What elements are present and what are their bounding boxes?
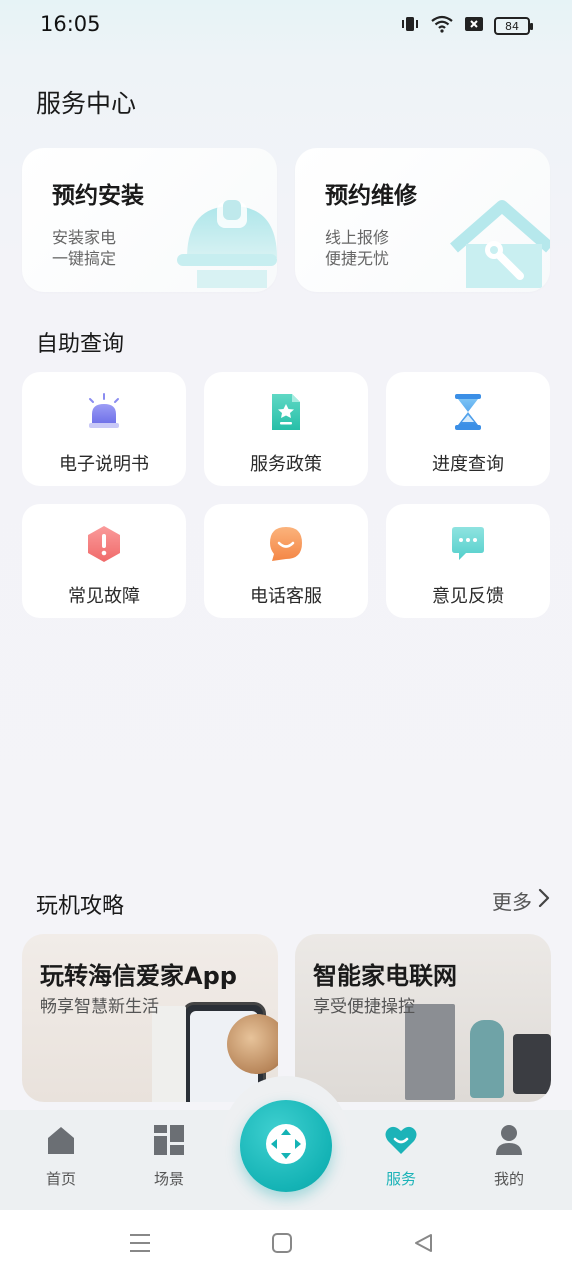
tab-service[interactable]: 服务 [361, 1124, 441, 1194]
guides-title: 玩机攻略 [36, 894, 125, 919]
square-icon [271, 1232, 293, 1258]
progress-label: 进度查询 [432, 454, 504, 475]
status-icons: 84 [400, 14, 533, 38]
repair-card-line2: 便捷无忧 [325, 249, 390, 268]
fridge-illustration [152, 1006, 186, 1102]
policy-card[interactable]: 服务政策 [204, 372, 368, 486]
tab-scene-label: 场景 [153, 1170, 184, 1188]
guide-card-connect-title: 智能家电联网 [313, 962, 457, 990]
food-illustration [227, 1014, 278, 1074]
guide-card-app[interactable]: 玩转海信爱家App 畅享智慧新生活 [22, 934, 278, 1102]
hourglass-icon [448, 392, 488, 432]
progress-card[interactable]: 进度查询 [386, 372, 550, 486]
tab-mine[interactable]: 我的 [469, 1124, 549, 1194]
washer-illustration [513, 1034, 551, 1094]
install-card-title: 预约安装 [52, 183, 144, 209]
alarm-light-icon [84, 392, 124, 432]
guide-card-app-subtitle: 畅享智慧新生活 [40, 997, 159, 1017]
guide-card-app-title: 玩转海信爱家App [40, 962, 237, 990]
kitchen-illustration [405, 1004, 455, 1100]
tab-service-label: 服务 [385, 1170, 416, 1188]
menu-icon [129, 1233, 151, 1257]
wifi-icon [430, 14, 454, 38]
document-star-icon [266, 392, 306, 432]
feedback-bubble-icon [448, 524, 488, 564]
chat-smile-icon [266, 524, 306, 564]
sim-off-icon [464, 15, 484, 37]
repair-card-title: 预约维修 [325, 183, 417, 209]
repair-booking-card[interactable]: 预约维修 线上报修 便捷无忧 [295, 148, 550, 292]
tab-scene[interactable]: 场景 [129, 1124, 209, 1194]
hotline-card[interactable]: 电话客服 [204, 504, 368, 618]
status-time: 16:05 [40, 12, 101, 36]
manual-card[interactable]: 电子说明书 [22, 372, 186, 486]
hotline-label: 电话客服 [250, 586, 322, 607]
grid-layout-icon [153, 1124, 185, 1160]
manual-label: 电子说明书 [59, 454, 149, 475]
more-link[interactable]: 更多 [492, 886, 550, 915]
faults-card[interactable]: 常见故障 [22, 504, 186, 618]
warning-hexagon-icon [84, 524, 124, 564]
tab-home[interactable]: 首页 [21, 1124, 101, 1194]
feedback-label: 意见反馈 [432, 586, 504, 607]
page-title: 服务中心 [36, 89, 137, 118]
more-label: 更多 [492, 890, 532, 914]
vibrate-icon [400, 14, 420, 38]
tab-home-label: 首页 [45, 1170, 76, 1188]
heart-smile-icon [384, 1124, 418, 1160]
house-wrench-icon [450, 198, 550, 292]
control-fab-button[interactable] [240, 1100, 332, 1192]
status-bar: 16:05 84 [0, 0, 572, 52]
install-card-line2: 一键搞定 [52, 249, 117, 268]
helmet-icon [177, 198, 277, 292]
feedback-card[interactable]: 意见反馈 [386, 504, 550, 618]
person-icon [493, 1124, 525, 1160]
home-nav-button[interactable] [267, 1230, 297, 1260]
back-nav-button[interactable] [408, 1230, 438, 1260]
back-triangle-icon [412, 1232, 434, 1258]
home-icon [45, 1124, 77, 1160]
policy-label: 服务政策 [250, 454, 322, 475]
guide-card-connect[interactable]: 智能家电联网 享受便捷操控 [295, 934, 551, 1102]
menu-nav-button[interactable] [125, 1230, 155, 1260]
people-illustration [470, 1020, 504, 1098]
self-service-title: 自助查询 [36, 332, 125, 357]
chevron-right-icon [538, 888, 550, 913]
direction-pad-icon [263, 1121, 309, 1171]
battery-icon: 84 [494, 17, 533, 35]
faults-label: 常见故障 [68, 586, 140, 607]
install-booking-card[interactable]: 预约安装 安装家电 一键搞定 [22, 148, 277, 292]
guide-card-connect-subtitle: 享受便捷操控 [313, 997, 415, 1017]
tab-mine-label: 我的 [493, 1170, 524, 1188]
